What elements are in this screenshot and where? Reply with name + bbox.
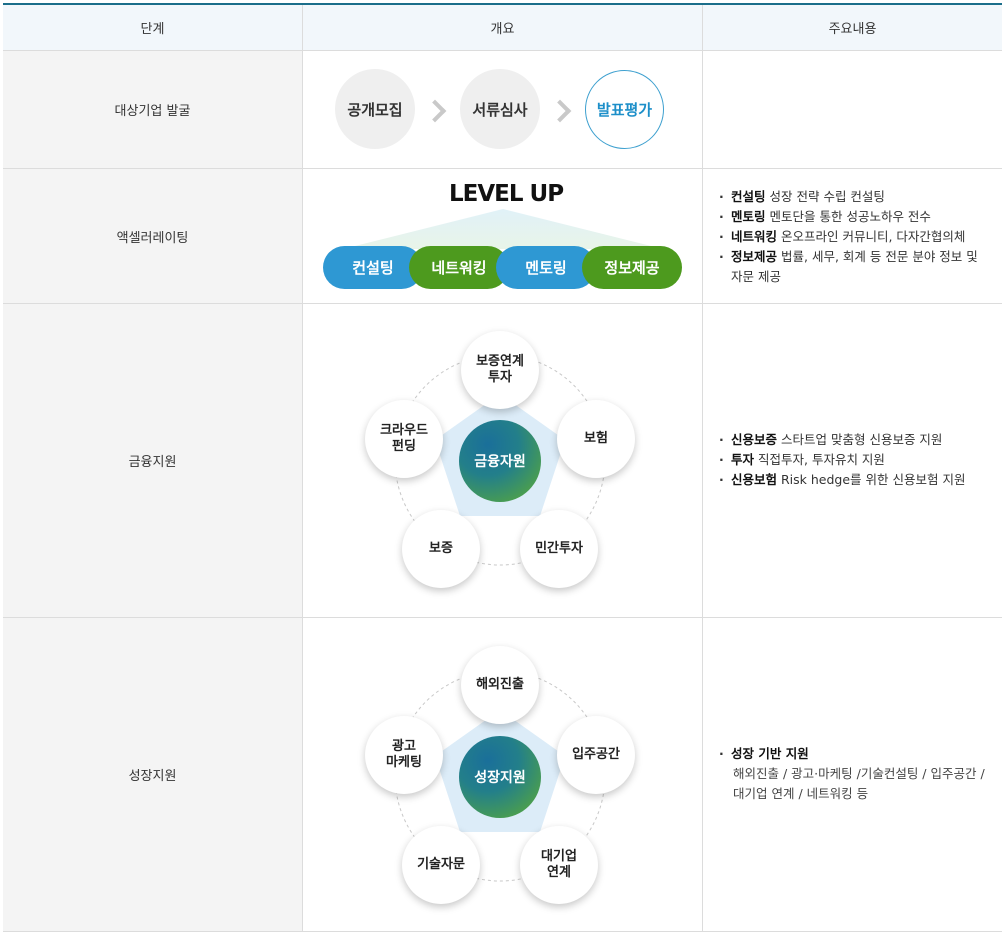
step-circle: 공개모집 bbox=[335, 69, 415, 149]
node-circle: 보증연계 투자 bbox=[461, 331, 539, 409]
overview-cell: 금융자원 보증연계 투자 보험 민간투자 보증 크라우드 펀딩 bbox=[303, 304, 703, 617]
stage-label: 액셀러레이팅 bbox=[3, 169, 303, 303]
table-row: 액셀러레이팅 LEVEL UP 컨설팅 네트워킹 멘토링 정보제공 컨설팅 성장… bbox=[3, 169, 1002, 304]
level-up-title: LEVEL UP bbox=[449, 181, 564, 207]
support-table: 단계 개요 주요내용 대상기업 발굴 공개모집 서류심사 발표평가 액셀러레이팅 bbox=[3, 3, 1002, 932]
node-circle: 보증 bbox=[402, 510, 480, 588]
header-main-content: 주요내용 bbox=[703, 5, 1002, 50]
pill-consulting: 컨설팅 bbox=[323, 246, 423, 289]
table-row: 대상기업 발굴 공개모집 서류심사 발표평가 bbox=[3, 51, 1002, 169]
content-list: 신용보증 스타트업 맞춤형 신용보증 지원 투자 직접투자, 투자유치 지원 신… bbox=[719, 430, 990, 490]
pill-information: 정보제공 bbox=[582, 246, 682, 289]
list-subitem: 해외진출 / 광고·마케팅 /기술컨설팅 / 입주공간 / 대기업 연계 / 네… bbox=[733, 766, 985, 801]
list-item: 컨설팅 성장 전략 수립 컨설팅 bbox=[719, 187, 990, 207]
center-circle: 성장지원 bbox=[459, 736, 541, 818]
content-cell: 신용보증 스타트업 맞춤형 신용보증 지원 투자 직접투자, 투자유치 지원 신… bbox=[703, 304, 1002, 617]
content-cell: 성장 기반 지원 해외진출 / 광고·마케팅 /기술컨설팅 / 입주공간 / 대… bbox=[703, 618, 1002, 931]
list-item: 멘토링 멘토단을 통한 성공노하우 전수 bbox=[719, 207, 990, 227]
node-circle: 크라우드 펀딩 bbox=[365, 400, 443, 478]
pill-mentoring: 멘토링 bbox=[496, 246, 596, 289]
list-item: 정보제공 법률, 세무, 회계 등 전문 분야 정보 및 자문 제공 bbox=[719, 247, 990, 287]
node-circle: 입주공간 bbox=[557, 716, 635, 794]
header-overview: 개요 bbox=[303, 5, 703, 50]
node-circle: 광고 마케팅 bbox=[365, 716, 443, 794]
table-row: 성장지원 성장지원 해외진출 입주공간 대기업 연계 기술자문 광고 마케팅 성… bbox=[3, 618, 1002, 932]
header-stage: 단계 bbox=[3, 5, 303, 50]
list-item: 신용보험 Risk hedge를 위한 신용보험 지원 bbox=[719, 470, 990, 490]
table-header: 단계 개요 주요내용 bbox=[3, 5, 1002, 51]
chevron-right-icon bbox=[548, 99, 572, 123]
stage-label: 성장지원 bbox=[3, 618, 303, 931]
node-circle: 보험 bbox=[557, 400, 635, 478]
chevron-right-icon bbox=[423, 99, 447, 123]
content-list: 성장 기반 지원 해외진출 / 광고·마케팅 /기술컨설팅 / 입주공간 / 대… bbox=[719, 744, 990, 804]
node-circle: 민간투자 bbox=[520, 510, 598, 588]
list-item: 성장 기반 지원 bbox=[719, 744, 990, 764]
content-cell bbox=[703, 51, 1002, 168]
content-cell: 컨설팅 성장 전략 수립 컨설팅 멘토링 멘토단을 통한 성공노하우 전수 네트… bbox=[703, 169, 1002, 303]
stage-label: 금융지원 bbox=[3, 304, 303, 617]
node-circle: 기술자문 bbox=[402, 826, 480, 904]
list-item: 투자 직접투자, 투자유치 지원 bbox=[719, 450, 990, 470]
node-circle: 대기업 연계 bbox=[520, 826, 598, 904]
overview-cell: 공개모집 서류심사 발표평가 bbox=[303, 51, 703, 168]
pill-networking: 네트워킹 bbox=[409, 246, 509, 289]
list-item: 네트워킹 온오프라인 커뮤니티, 다자간협의체 bbox=[719, 227, 990, 247]
content-list: 컨설팅 성장 전략 수립 컨설팅 멘토링 멘토단을 통한 성공노하우 전수 네트… bbox=[719, 187, 990, 287]
list-item: 신용보증 스타트업 맞춤형 신용보증 지원 bbox=[719, 430, 990, 450]
step-circle-active: 발표평가 bbox=[585, 70, 664, 149]
step-circle: 서류심사 bbox=[460, 69, 540, 149]
table-row: 금융지원 금융자원 보증연계 투자 보험 민간투자 보증 크라우드 펀딩 신용보… bbox=[3, 304, 1002, 618]
stage-label: 대상기업 발굴 bbox=[3, 51, 303, 168]
overview-cell: LEVEL UP 컨설팅 네트워킹 멘토링 정보제공 bbox=[303, 169, 703, 303]
overview-cell: 성장지원 해외진출 입주공간 대기업 연계 기술자문 광고 마케팅 bbox=[303, 618, 703, 931]
node-circle: 해외진출 bbox=[461, 646, 539, 724]
center-circle: 금융자원 bbox=[459, 420, 541, 502]
